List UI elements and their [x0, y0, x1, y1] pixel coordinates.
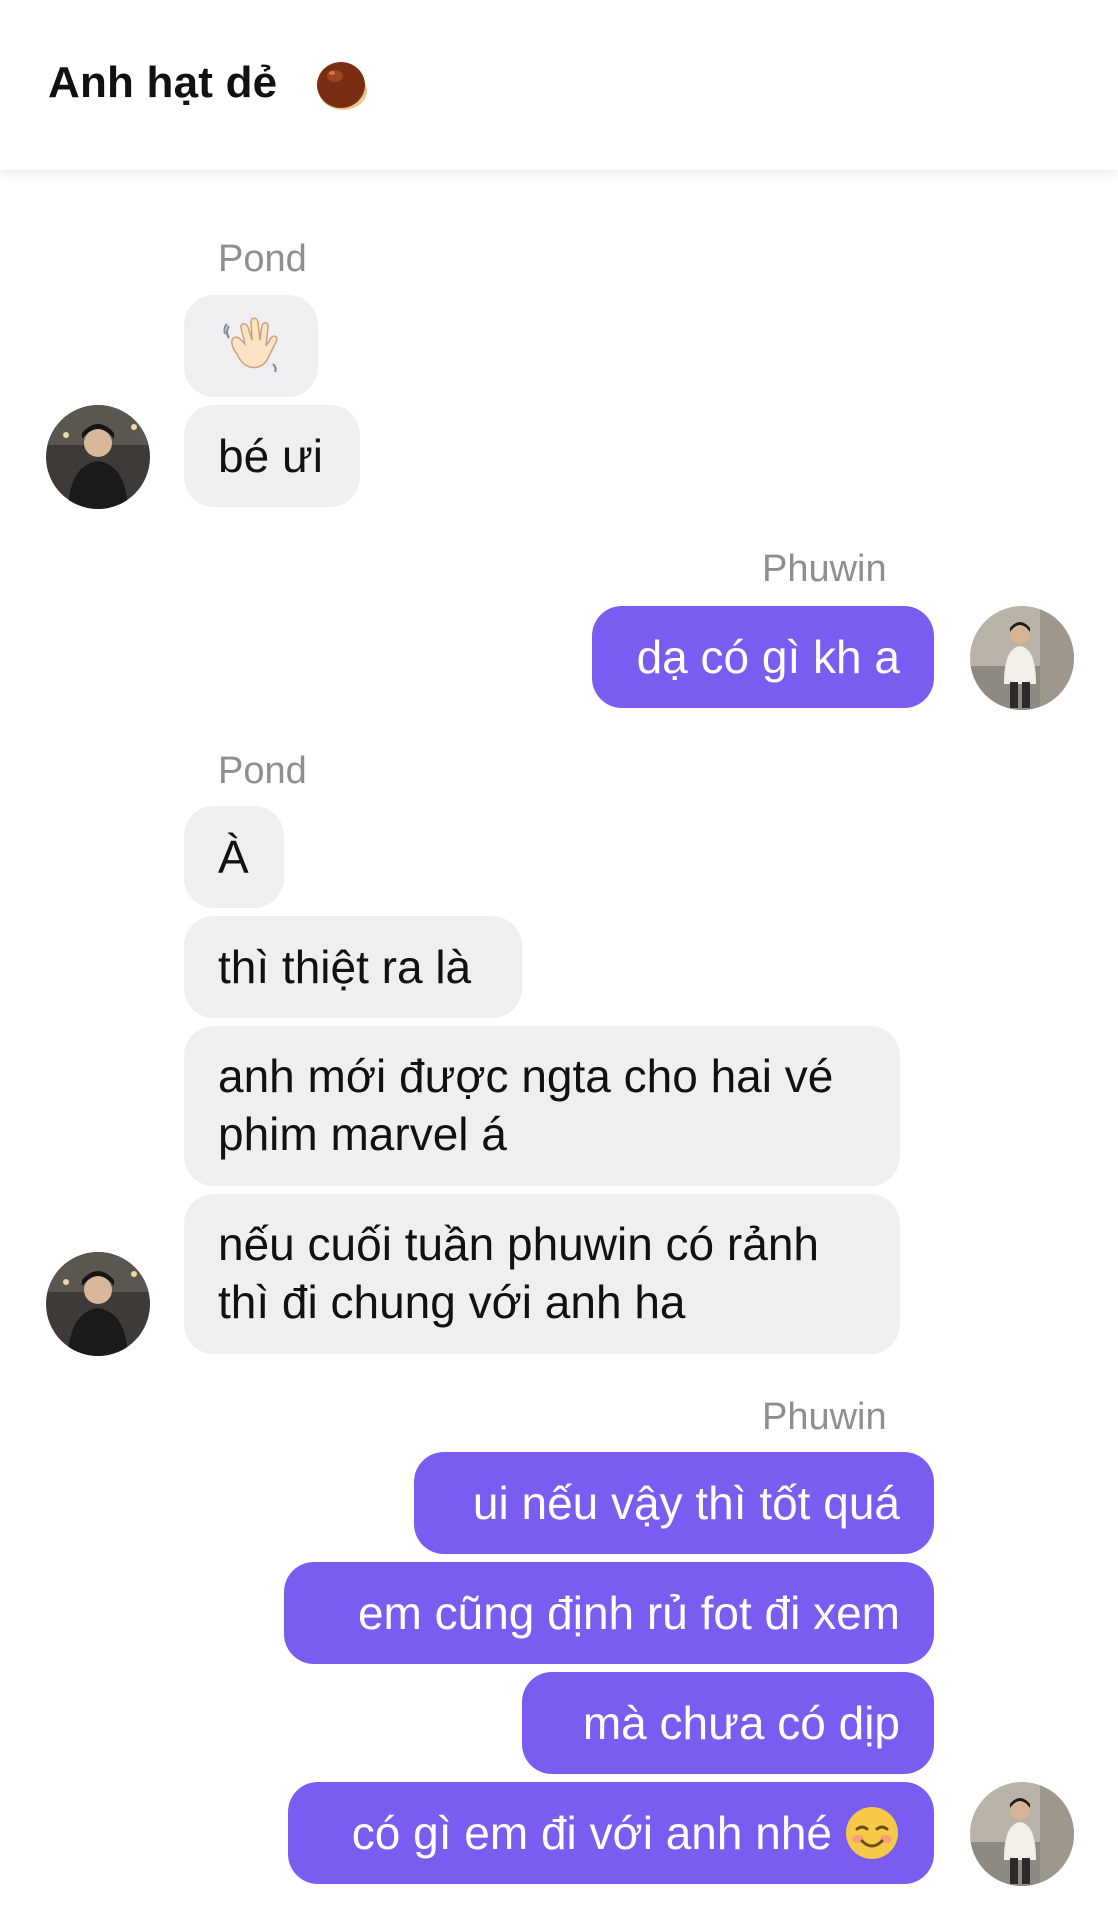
message-bubble[interactable]: nếu cuối tuần phuwin có rảnh thì đi chun… [184, 1194, 900, 1354]
message-bubble[interactable]: bé ưi [184, 405, 360, 507]
sender-name-pond: Pond [218, 750, 307, 792]
message-bubble[interactable]: anh mới được ngta cho hai vé phim marvel… [184, 1026, 900, 1186]
smiling-face-emoji [846, 1807, 898, 1859]
message-bubble[interactable]: mà chưa có dịp [522, 1672, 934, 1774]
waving-hand-emoji [223, 317, 278, 373]
chat-title[interactable]: Anh hạt dẻ [48, 58, 277, 108]
avatar-phuwin[interactable] [970, 1782, 1074, 1886]
chestnut-icon [317, 62, 367, 110]
avatar-pond[interactable] [46, 1252, 150, 1356]
message-bubble[interactable]: có gì em đi với anh nhé [288, 1782, 934, 1884]
sender-name-pond: Pond [218, 238, 307, 280]
message-bubble-emoji[interactable] [184, 295, 318, 397]
message-bubble[interactable]: thì thiệt ra là [184, 916, 522, 1018]
message-bubble[interactable]: À [184, 806, 284, 908]
chat-header: Anh hạt dẻ [0, 0, 1118, 170]
message-list[interactable]: Pond bé ưi Phuwin dạ có gì kh a Pond À t… [0, 0, 1118, 1920]
sender-name-phuwin: Phuwin [762, 548, 887, 590]
avatar-pond[interactable] [46, 405, 150, 509]
message-bubble[interactable]: ui nếu vậy thì tốt quá [414, 1452, 934, 1554]
message-bubble[interactable]: dạ có gì kh a [592, 606, 934, 708]
sender-name-phuwin: Phuwin [762, 1396, 887, 1438]
message-bubble[interactable]: em cũng định rủ fot đi xem [284, 1562, 934, 1664]
avatar-phuwin[interactable] [970, 606, 1074, 710]
